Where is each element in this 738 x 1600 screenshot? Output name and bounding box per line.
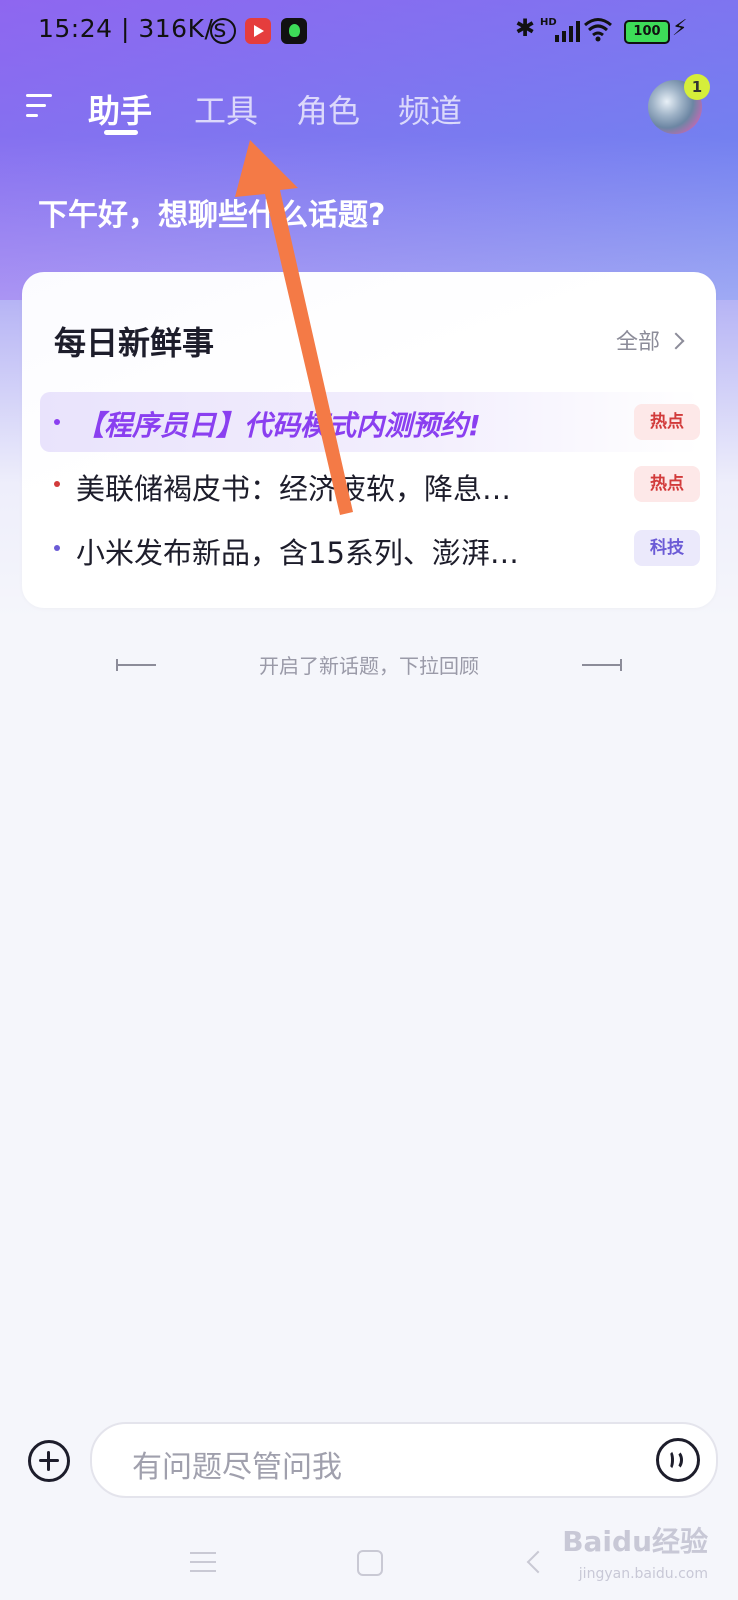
tab-channels[interactable]: 频道 (398, 86, 462, 132)
bullet-dot (54, 545, 60, 551)
tab-assistant[interactable]: 助手 (88, 86, 152, 132)
chat-input-placeholder: 有问题尽管问我 (132, 1450, 342, 1485)
wifi-icon (584, 18, 612, 42)
menu-icon[interactable] (26, 92, 54, 120)
add-attachment-button[interactable] (28, 1440, 70, 1482)
tech-tag: 科技 (634, 530, 700, 566)
status-bar: 15:24 | 316K/s ✱ HD 100 ⚡ (0, 0, 738, 66)
greeting-text: 下午好，想聊些什么话题? (38, 198, 386, 233)
game-app-icon (281, 18, 307, 44)
charging-icon: ⚡ (672, 16, 688, 41)
view-all-link[interactable]: 全部 (615, 324, 685, 356)
tab-tools[interactable]: 工具 (194, 86, 258, 132)
status-time-speed: 15:24 | 316K/s (38, 14, 227, 43)
tab-roles[interactable]: 角色 (296, 86, 360, 132)
news-item-text: 小米发布新品，含15系列、澎湃… (76, 536, 519, 570)
watermark-url: jingyan.baidu.com (578, 1566, 708, 1582)
news-item-text: 美联储褐皮书：经济疲软，降息… (76, 472, 512, 506)
watermark-logo: Baidu经验 (562, 1525, 708, 1558)
view-all-label: 全部 (615, 330, 660, 355)
news-item[interactable]: 【程序员日】代码模式内测预约! 热点 (40, 392, 700, 452)
voice-input-button[interactable] (656, 1438, 700, 1482)
home-icon[interactable] (357, 1550, 383, 1576)
notification-badge: 1 (684, 74, 710, 100)
recent-apps-icon[interactable] (190, 1552, 216, 1572)
hot-tag: 热点 (634, 466, 700, 502)
bullet-dot (54, 419, 60, 425)
hot-tag: 热点 (634, 404, 700, 440)
divider-text: 开启了新话题，下拉回顾 (259, 654, 479, 678)
bluetooth-icon: ✱ (515, 14, 536, 42)
divider-line-right (582, 659, 622, 671)
news-item[interactable]: 美联储褐皮书：经济疲软，降息… 热点 (40, 454, 700, 514)
active-tab-indicator (104, 130, 138, 135)
battery-icon: 100 (624, 20, 670, 44)
back-icon[interactable] (526, 1550, 550, 1574)
new-topic-divider: 开启了新话题，下拉回顾 (0, 650, 738, 680)
video-app-icon (245, 18, 271, 44)
bullet-dot (54, 481, 60, 487)
alarm-icon (210, 18, 236, 44)
card-title: 每日新鲜事 (54, 324, 215, 362)
daily-news-card: 每日新鲜事 全部 【程序员日】代码模式内测预约! 热点 美联储褐皮书：经济疲软，… (22, 272, 716, 608)
signal-icon (555, 20, 585, 42)
news-item-text: 【程序员日】代码模式内测预约! (76, 409, 481, 442)
news-item[interactable]: 小米发布新品，含15系列、澎湃… 科技 (40, 518, 700, 578)
chat-input[interactable]: 有问题尽管问我 (90, 1422, 718, 1498)
chevron-right-icon (667, 332, 685, 350)
